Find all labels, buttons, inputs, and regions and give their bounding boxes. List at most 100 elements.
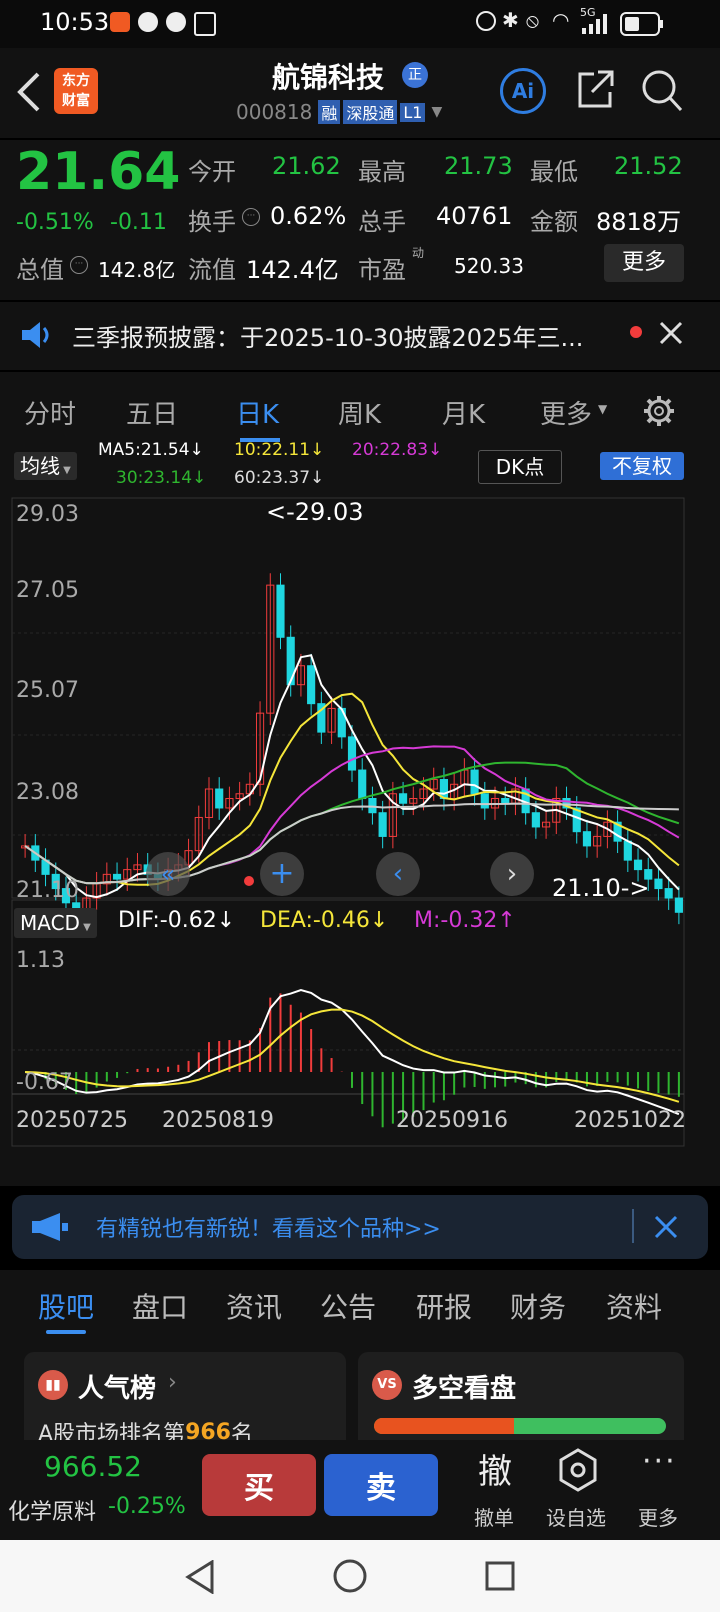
candle [215, 788, 224, 809]
chevron-down-icon: ▼ [598, 402, 608, 416]
mktcap-value: 142.8亿 [98, 258, 176, 282]
promo-text: 有精锐也有新锐！看看这个品种>> [96, 1217, 441, 1242]
current-price: 21.64 [16, 142, 181, 202]
share-icon[interactable] [574, 68, 616, 112]
scroll-left-button[interactable]: ‹ [376, 852, 420, 896]
dif-label: DIF:-0.62↓ [118, 908, 236, 933]
mktcap-label: 总值 [16, 256, 64, 284]
amount-label: 金额 [530, 208, 578, 236]
candle [501, 797, 510, 804]
tab-research[interactable]: 研报 [416, 1286, 472, 1326]
close-icon[interactable] [658, 320, 684, 346]
more-quote-button[interactable]: 更多 [604, 244, 684, 282]
stock-name: 航锦科技 [272, 61, 385, 94]
ma10-line [24, 692, 680, 886]
kline-chart-area: 均线 ▼ MA5:21.54↓ 10:22.11↓ 20:22.83↓ 30:2… [0, 440, 720, 1186]
candle [664, 888, 673, 899]
wallet-icon [194, 12, 216, 36]
duokong-card[interactable]: VS 多空看盘 [358, 1352, 684, 1452]
ai-button[interactable]: Ai [500, 68, 546, 114]
candle [307, 665, 316, 705]
add-watchlist-icon[interactable] [558, 1448, 598, 1492]
candle [358, 769, 367, 799]
sell-button[interactable]: 卖 [324, 1454, 438, 1516]
feature-cards: ▮▮ 人气榜 › A股市场排名第 966 名 VS 多空看盘 [0, 1340, 720, 1452]
gear-icon[interactable] [642, 394, 676, 428]
rewind-button[interactable]: « [146, 852, 190, 896]
indicator-selector-label: MACD [20, 911, 80, 935]
add-watchlist-label[interactable]: 设自选 [546, 1502, 606, 1531]
alarm-icon [476, 11, 496, 31]
tab-pankou[interactable]: 盘口 [132, 1286, 188, 1326]
tab-news[interactable]: 资讯 [226, 1286, 282, 1326]
volume-label: 总手 [358, 208, 406, 236]
cancel-order-icon[interactable]: 撤 [478, 1444, 512, 1493]
pe-label: 市盈 [358, 256, 406, 284]
tab-profile[interactable]: 资料 [606, 1286, 662, 1326]
candle [480, 793, 489, 809]
chevron-right-icon: › [168, 1370, 177, 1395]
close-icon[interactable] [654, 1215, 678, 1239]
cancel-order-label[interactable]: 撤单 [474, 1502, 514, 1531]
bluetooth-icon: ✱ [502, 8, 519, 32]
home-nav-icon[interactable] [332, 1558, 368, 1594]
candle [633, 859, 643, 871]
amount-value: 8818万 [596, 208, 682, 236]
megaphone-icon [32, 1213, 68, 1241]
recents-nav-icon[interactable] [484, 1560, 516, 1592]
tab-intraday[interactable]: 分时 [24, 394, 76, 431]
tab-monthly-k[interactable]: 月K [442, 394, 485, 431]
quote-panel: 21.64 -0.51% -0.11 今开 21.62 最高 21.73 最低 … [0, 140, 720, 300]
back-nav-icon[interactable] [184, 1560, 216, 1594]
tab-announcements[interactable]: 公告 [320, 1286, 376, 1326]
info-icon[interactable]: ··· [242, 208, 260, 226]
search-icon[interactable] [640, 68, 684, 114]
y-label-bottom: 21.10 [16, 878, 79, 903]
more-label[interactable]: 更多 [638, 1502, 678, 1531]
popularity-card[interactable]: ▮▮ 人气榜 › A股市场排名第 966 名 [24, 1352, 346, 1452]
tab-daily-k[interactable]: 日K [236, 394, 279, 431]
adjust-mode-button[interactable]: 不复权 [600, 452, 684, 480]
stock-code: 000818 [236, 100, 313, 124]
info-icon[interactable]: ··· [70, 256, 88, 274]
duokong-title: 多空看盘 [412, 1374, 517, 1404]
tab-weekly-k[interactable]: 周K [338, 394, 381, 431]
zoom-in-button[interactable]: + [260, 852, 304, 896]
bull-bear-bar [374, 1418, 666, 1434]
x-label-2: 20250819 [162, 1108, 274, 1133]
record-dot [244, 876, 254, 886]
candle [112, 873, 122, 880]
sector-name[interactable]: 化学原料 [8, 1494, 96, 1526]
candle [531, 812, 540, 828]
chevron-down-icon[interactable]: ▼ [431, 104, 442, 120]
back-icon[interactable] [14, 70, 44, 114]
margin-tag: 融 [318, 100, 341, 124]
indicator-selector[interactable]: MACD ▼ [14, 908, 97, 938]
sector-change: -0.25% [108, 1494, 186, 1519]
high-value: 21.73 [444, 152, 513, 180]
stock-header: 东方 财富 航锦科技 正 000818 融 深股通 L1 ▼ Ai [0, 48, 720, 138]
ma-selector[interactable]: 均线 ▼ [14, 452, 77, 480]
macd-bottom-label: -0.67 [16, 1070, 73, 1095]
buy-button[interactable]: 买 [202, 1454, 316, 1516]
battery-icon [620, 12, 663, 36]
wechat-icon [166, 12, 186, 32]
notice-bar[interactable]: 三季报预披露：于2025-10-30披露2025年三... [0, 302, 720, 370]
logo-line1: 东方 [62, 73, 90, 89]
tab-five-day[interactable]: 五日 [126, 394, 178, 431]
y-label-4: 23.08 [16, 780, 79, 805]
tab-guba[interactable]: 股吧 [38, 1286, 94, 1326]
float-label: 流值 [188, 256, 236, 284]
promo-banner[interactable]: 有精锐也有新锐！看看这个品种>> [12, 1195, 708, 1259]
active-tab-indicator [46, 1330, 86, 1334]
dk-point-button[interactable]: DK点 [478, 450, 562, 484]
candle [582, 831, 592, 847]
level-tag: L1 [400, 102, 426, 122]
tab-more[interactable]: 更多 [540, 394, 592, 431]
turnover-value: 0.62% [270, 202, 347, 230]
app-logo[interactable]: 东方 财富 [54, 68, 98, 114]
candle [276, 584, 285, 638]
tab-finance[interactable]: 财务 [510, 1286, 566, 1326]
more-icon[interactable]: ··· [642, 1444, 677, 1479]
scroll-right-button[interactable]: › [490, 852, 534, 896]
